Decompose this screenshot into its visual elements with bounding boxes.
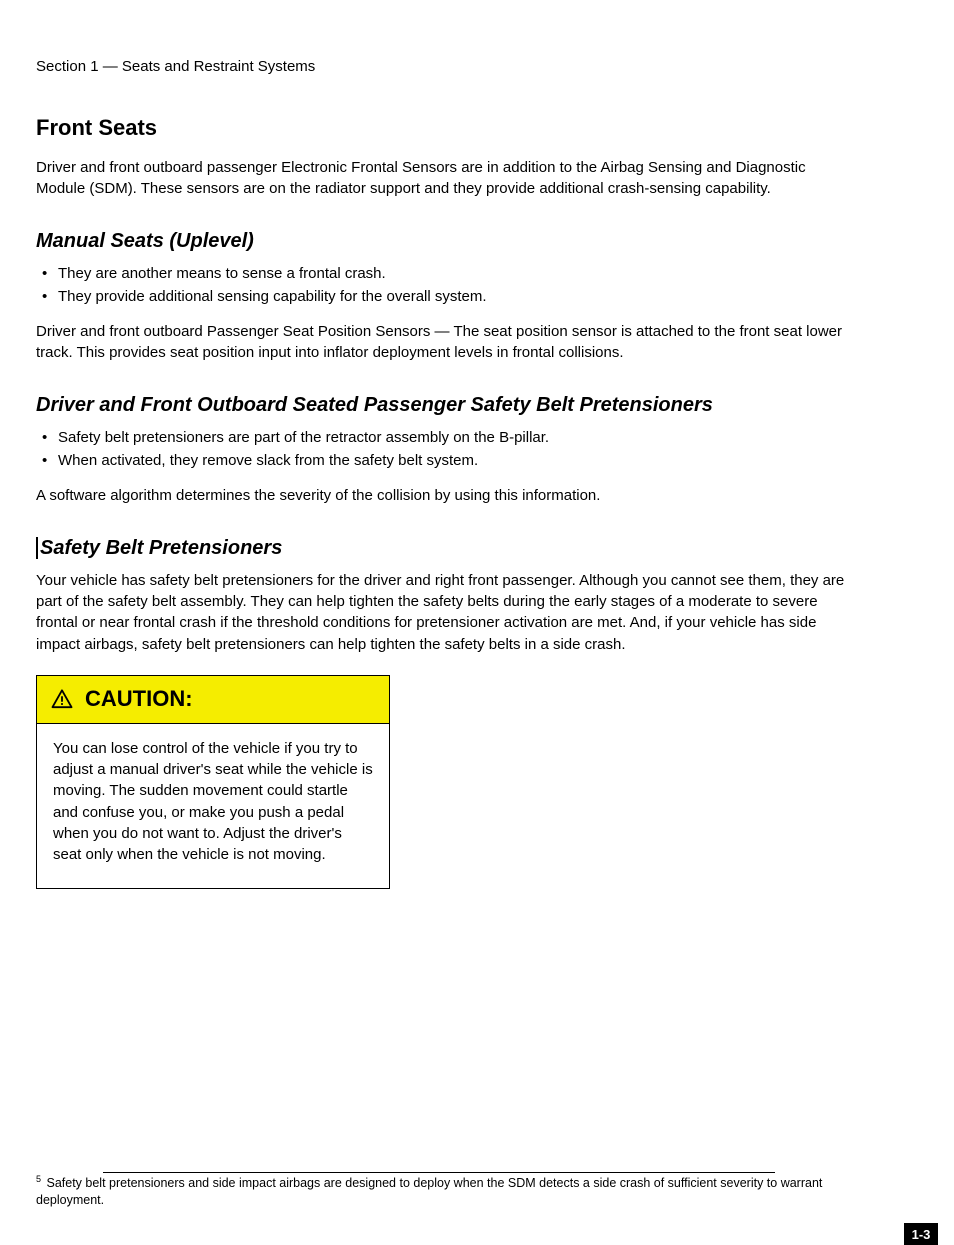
warning-triangle-icon [51,689,73,709]
bullet-list-2: Safety belt pretensioners are part of th… [36,427,854,472]
page-number: 1-3 [904,1223,938,1245]
caution-box: CAUTION: You can lose control of the veh… [36,675,390,889]
body-paragraph: A software algorithm determines the seve… [36,485,854,506]
caution-title: CAUTION: [85,686,193,712]
intro-paragraph: Driver and front outboard passenger Elec… [36,157,854,200]
page: Section 1 — Seats and Restraint Systems … [0,0,954,1235]
heading-front-seats: Front Seats [36,115,854,141]
list-item: When activated, they remove slack from t… [36,450,854,471]
breadcrumb: Section 1 — Seats and Restraint Systems [36,58,854,75]
text-cursor-icon [36,537,38,559]
list-item: They provide additional sensing capabili… [36,286,854,307]
footnote-text: Safety belt pretensioners and side impac… [36,1176,822,1207]
footnote: 5 Safety belt pretensioners and side imp… [36,1173,856,1209]
subheading-safety-belt-pretensioners: Safety Belt Pretensioners [36,537,854,560]
list-item: Safety belt pretensioners are part of th… [36,427,854,448]
subheading-manual-seats: Manual Seats (Uplevel) [36,230,854,253]
caution-header: CAUTION: [37,676,389,724]
body-paragraph: Your vehicle has safety belt pretensione… [36,570,854,655]
body-paragraph: Driver and front outboard Passenger Seat… [36,321,854,364]
footnote-marker: 5 [36,1174,41,1184]
bullet-list-1: They are another means to sense a fronta… [36,263,854,308]
subheading-pretensioners-list: Driver and Front Outboard Seated Passeng… [36,394,854,417]
list-item: They are another means to sense a fronta… [36,263,854,284]
caution-body: You can lose control of the vehicle if y… [37,724,389,888]
